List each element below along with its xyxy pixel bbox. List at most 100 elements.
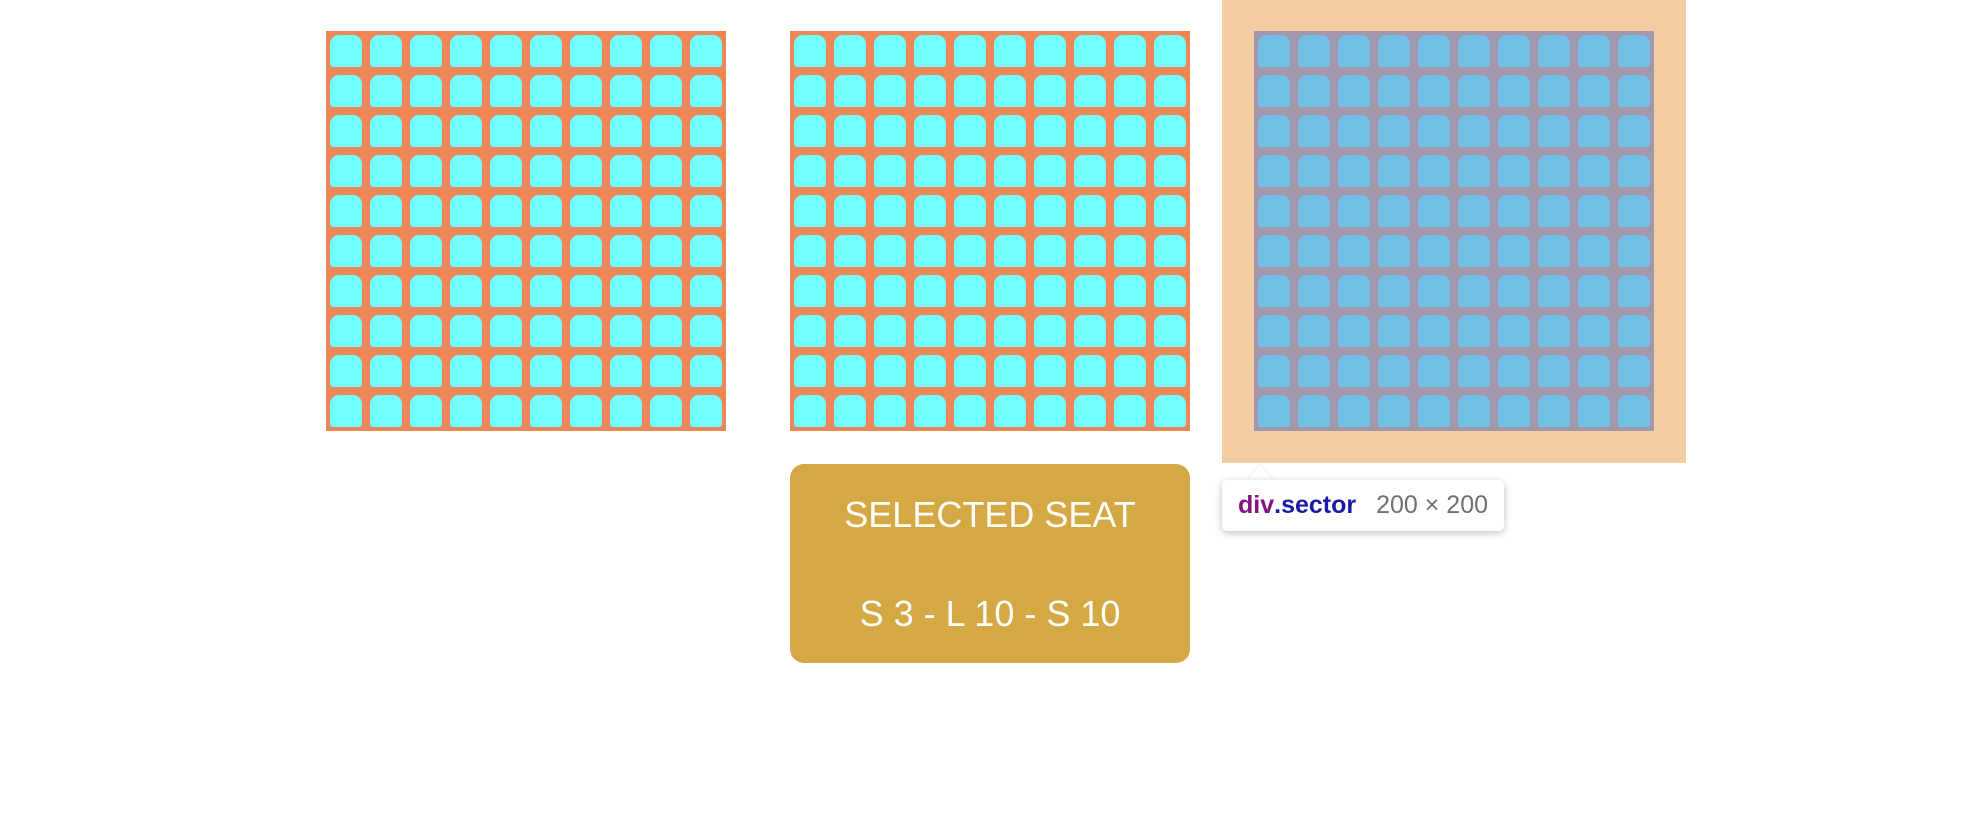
seat[interactable] bbox=[1538, 75, 1570, 107]
seat[interactable] bbox=[834, 35, 866, 67]
seat[interactable] bbox=[834, 355, 866, 387]
seat[interactable] bbox=[914, 75, 946, 107]
seat[interactable] bbox=[1298, 75, 1330, 107]
seat[interactable] bbox=[834, 115, 866, 147]
seat[interactable] bbox=[874, 75, 906, 107]
seat[interactable] bbox=[1258, 195, 1290, 227]
seat[interactable] bbox=[1114, 115, 1146, 147]
seat[interactable] bbox=[370, 115, 402, 147]
seat[interactable] bbox=[914, 35, 946, 67]
seat[interactable] bbox=[1034, 155, 1066, 187]
seat[interactable] bbox=[530, 235, 562, 267]
seat[interactable] bbox=[370, 195, 402, 227]
seat[interactable] bbox=[650, 155, 682, 187]
seat[interactable] bbox=[1538, 355, 1570, 387]
seat[interactable] bbox=[1338, 275, 1370, 307]
seat[interactable] bbox=[370, 235, 402, 267]
seat[interactable] bbox=[914, 235, 946, 267]
seat[interactable] bbox=[1578, 115, 1610, 147]
seat[interactable] bbox=[1154, 195, 1186, 227]
seat[interactable] bbox=[1538, 315, 1570, 347]
seat[interactable] bbox=[794, 35, 826, 67]
seat[interactable] bbox=[1034, 275, 1066, 307]
seat[interactable] bbox=[1458, 235, 1490, 267]
seat[interactable] bbox=[1114, 355, 1146, 387]
seat[interactable] bbox=[1418, 115, 1450, 147]
seat[interactable] bbox=[370, 275, 402, 307]
seat[interactable] bbox=[530, 395, 562, 427]
seat[interactable] bbox=[1418, 315, 1450, 347]
seat[interactable] bbox=[450, 235, 482, 267]
seat[interactable] bbox=[1538, 235, 1570, 267]
seat[interactable] bbox=[410, 195, 442, 227]
seat[interactable] bbox=[530, 195, 562, 227]
seat[interactable] bbox=[1258, 155, 1290, 187]
seat[interactable] bbox=[834, 75, 866, 107]
seat[interactable] bbox=[690, 155, 722, 187]
seat[interactable] bbox=[794, 315, 826, 347]
seat[interactable] bbox=[1258, 235, 1290, 267]
seat[interactable] bbox=[914, 275, 946, 307]
seat[interactable] bbox=[330, 115, 362, 147]
seat[interactable] bbox=[1114, 315, 1146, 347]
seat[interactable] bbox=[1258, 75, 1290, 107]
seat[interactable] bbox=[1298, 395, 1330, 427]
seat[interactable] bbox=[690, 35, 722, 67]
seat[interactable] bbox=[450, 315, 482, 347]
seat[interactable] bbox=[1458, 195, 1490, 227]
seat[interactable] bbox=[1034, 315, 1066, 347]
seat[interactable] bbox=[370, 155, 402, 187]
seat[interactable] bbox=[1538, 155, 1570, 187]
seat[interactable] bbox=[530, 275, 562, 307]
seat[interactable] bbox=[1298, 35, 1330, 67]
seat[interactable] bbox=[954, 35, 986, 67]
seat[interactable] bbox=[874, 115, 906, 147]
seat[interactable] bbox=[1378, 355, 1410, 387]
seat[interactable] bbox=[1074, 195, 1106, 227]
seat[interactable] bbox=[330, 275, 362, 307]
seat[interactable] bbox=[690, 395, 722, 427]
seat[interactable] bbox=[610, 315, 642, 347]
seat[interactable] bbox=[490, 35, 522, 67]
seat[interactable] bbox=[1458, 275, 1490, 307]
seat[interactable] bbox=[834, 155, 866, 187]
seat[interactable] bbox=[874, 35, 906, 67]
seat[interactable] bbox=[490, 235, 522, 267]
seat[interactable] bbox=[1578, 35, 1610, 67]
seat[interactable] bbox=[1458, 395, 1490, 427]
seat[interactable] bbox=[1498, 195, 1530, 227]
seat[interactable] bbox=[330, 235, 362, 267]
seat[interactable] bbox=[410, 155, 442, 187]
seat[interactable] bbox=[994, 275, 1026, 307]
seat[interactable] bbox=[1034, 395, 1066, 427]
seat[interactable] bbox=[1498, 75, 1530, 107]
seat[interactable] bbox=[330, 315, 362, 347]
seat[interactable] bbox=[1298, 155, 1330, 187]
seat[interactable] bbox=[1418, 395, 1450, 427]
seat[interactable] bbox=[954, 275, 986, 307]
seat[interactable] bbox=[874, 355, 906, 387]
seat[interactable] bbox=[1378, 75, 1410, 107]
seat[interactable] bbox=[1458, 75, 1490, 107]
seat[interactable] bbox=[1298, 235, 1330, 267]
seat[interactable] bbox=[794, 235, 826, 267]
seat[interactable] bbox=[1498, 115, 1530, 147]
seat[interactable] bbox=[490, 115, 522, 147]
seat[interactable] bbox=[874, 235, 906, 267]
seat[interactable] bbox=[330, 355, 362, 387]
seat[interactable] bbox=[994, 355, 1026, 387]
seat[interactable] bbox=[1034, 115, 1066, 147]
seat[interactable] bbox=[1298, 115, 1330, 147]
seat[interactable] bbox=[1154, 75, 1186, 107]
seat[interactable] bbox=[330, 195, 362, 227]
seat[interactable] bbox=[1498, 235, 1530, 267]
seat[interactable] bbox=[490, 155, 522, 187]
seat[interactable] bbox=[1538, 35, 1570, 67]
seat[interactable] bbox=[834, 195, 866, 227]
seat[interactable] bbox=[1074, 355, 1106, 387]
seat[interactable] bbox=[650, 275, 682, 307]
seat[interactable] bbox=[330, 395, 362, 427]
seat[interactable] bbox=[1418, 195, 1450, 227]
seat[interactable] bbox=[1338, 115, 1370, 147]
seat[interactable] bbox=[1298, 275, 1330, 307]
